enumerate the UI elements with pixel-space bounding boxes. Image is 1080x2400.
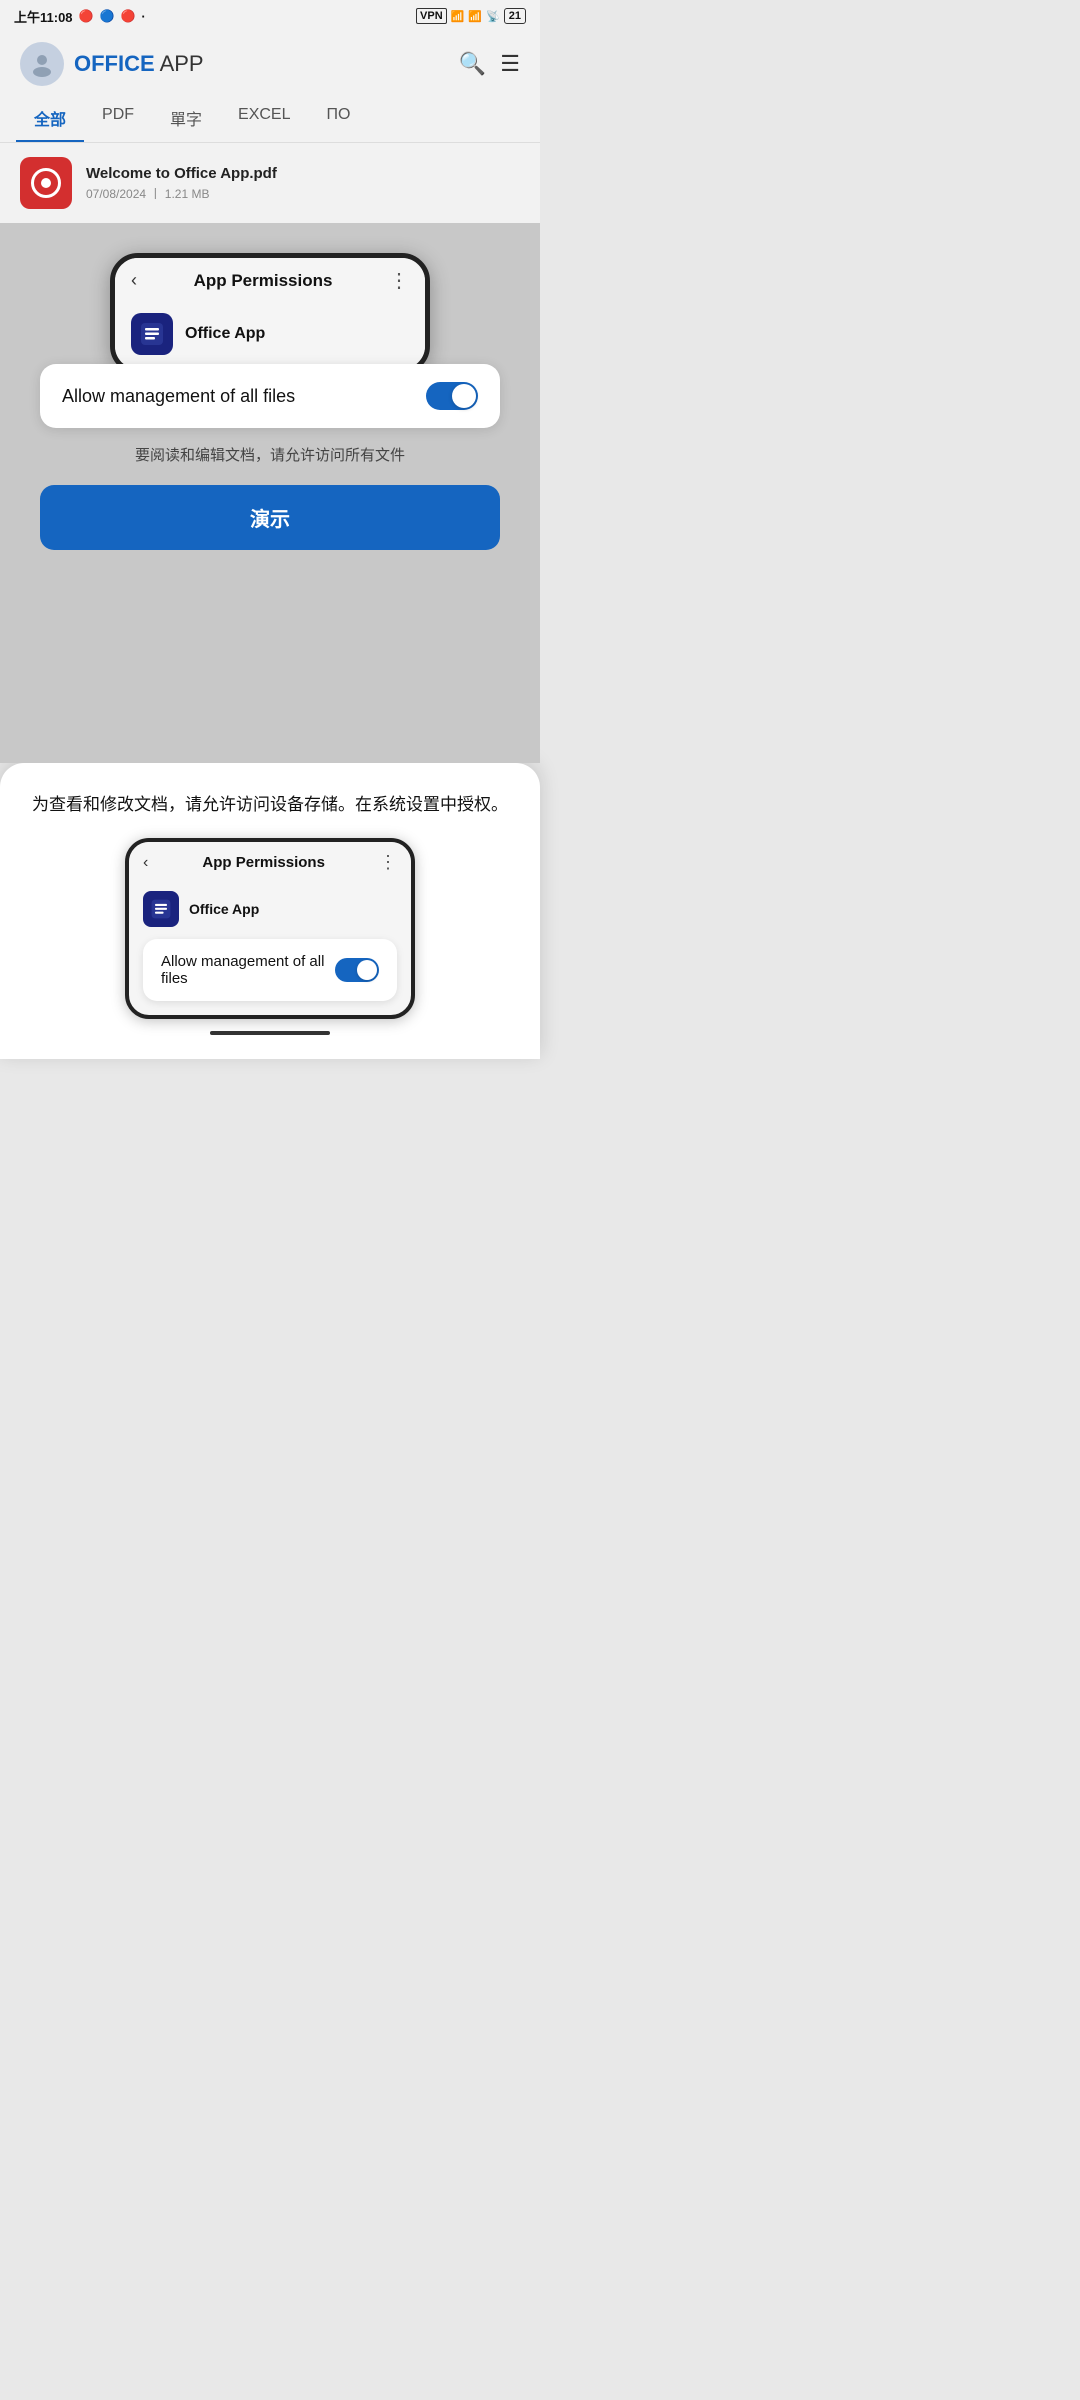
avatar[interactable] (20, 42, 64, 86)
phone-app-icon-bottom (143, 891, 179, 927)
file-icon-inner (31, 168, 61, 198)
toggle-switch-top[interactable] (426, 382, 478, 410)
title-office: OFFICE (74, 51, 155, 76)
instruction-text: 要阅读和编辑文档，请允许访问所有文件 (135, 444, 405, 465)
file-date: 07/08/2024 (86, 187, 146, 201)
file-meta: 07/08/2024 丨 1.21 MB (86, 185, 277, 202)
tab-all[interactable]: 全部 (16, 96, 84, 142)
tab-pdf[interactable]: PDF (84, 96, 152, 142)
file-list-item[interactable]: Welcome to Office App.pdf 07/08/2024 丨 1… (0, 143, 540, 223)
phone-app-row-top: Office App (115, 303, 425, 369)
toggle-label-top: Allow management of all files (62, 386, 295, 407)
tab-excel[interactable]: EXCEL (220, 96, 308, 142)
notif-icon-1: 🔴 (79, 9, 94, 23)
nav-actions: 🔍 ☰ (459, 51, 520, 77)
notif-icon-2: 🔵 (100, 9, 115, 23)
more-button-bottom[interactable]: ⋮ (379, 852, 397, 873)
toggle-label-bottom: Allow management of all files (161, 953, 335, 987)
bottom-indicator-bar (210, 1031, 330, 1035)
phone-header-top: ‹ App Permissions ⋮ (115, 258, 425, 303)
back-button-top[interactable]: ‹ (131, 270, 137, 291)
signal-icon-1: 📶 (451, 10, 465, 23)
signal-icon-2: 📶 (468, 10, 482, 23)
tab-more[interactable]: ПО (309, 96, 369, 142)
permissions-title-top: App Permissions (194, 271, 333, 291)
status-bar: 上午11:08 🔴 🔵 🔴 · VPN 📶 📶 📡 21 (0, 0, 540, 32)
bottom-sheet: 为查看和修改文档，请允许访问设备存储。在系统设置中授权。 ‹ App Permi… (0, 763, 540, 1059)
tab-word[interactable]: 單字 (152, 96, 220, 142)
status-right: VPN 📶 📶 📡 21 (416, 8, 526, 24)
phone-mockup-bottom: ‹ App Permissions ⋮ Office App Allow man… (125, 838, 415, 1019)
logo-area: OFFICE APP (20, 42, 204, 86)
file-size: 1.21 MB (165, 187, 210, 201)
file-info: Welcome to Office App.pdf 07/08/2024 丨 1… (86, 165, 277, 202)
bottom-sheet-text: 为查看和修改文档，请允许访问设备存储。在系统设置中授权。 (24, 791, 516, 818)
file-icon (20, 157, 72, 209)
wifi-icon: 📡 (486, 10, 500, 23)
app-title: OFFICE APP (74, 51, 204, 77)
file-name: Welcome to Office App.pdf (86, 165, 277, 182)
status-time: 上午11:08 (14, 7, 73, 26)
tab-bar: 全部 PDF 單字 EXCEL ПО (0, 96, 540, 143)
phone-header-bottom: ‹ App Permissions ⋮ (129, 842, 411, 883)
title-app: APP (155, 51, 204, 76)
top-nav: OFFICE APP 🔍 ☰ (0, 32, 540, 96)
main-area: ‹ App Permissions ⋮ Office App Allow man… (0, 223, 540, 763)
phone-mockup-top: ‹ App Permissions ⋮ Office App (110, 253, 430, 374)
status-left: 上午11:08 🔴 🔵 🔴 · (14, 7, 146, 26)
toggle-switch-bottom[interactable] (335, 958, 379, 982)
phone-app-name-top: Office App (185, 325, 265, 343)
vpn-label: VPN (416, 8, 447, 24)
search-icon[interactable]: 🔍 (459, 51, 486, 77)
demo-button[interactable]: 演示 (40, 485, 500, 550)
toggle-card-bottom: Allow management of all files (143, 939, 397, 1001)
phone-app-icon-top (131, 313, 173, 355)
file-separator: 丨 (149, 187, 161, 201)
battery-icon: 21 (504, 8, 526, 24)
toggle-card-top: Allow management of all files (40, 364, 500, 428)
permissions-title-bottom: App Permissions (202, 854, 325, 871)
filter-icon[interactable]: ☰ (500, 51, 520, 77)
back-button-bottom[interactable]: ‹ (143, 854, 148, 872)
phone-app-row-bottom: Office App (129, 883, 411, 939)
more-button-top[interactable]: ⋮ (389, 268, 409, 293)
notif-dot: · (141, 9, 145, 24)
notif-icon-3: 🔴 (120, 9, 135, 23)
phone-app-name-bottom: Office App (189, 901, 259, 917)
file-icon-dot (41, 178, 51, 188)
